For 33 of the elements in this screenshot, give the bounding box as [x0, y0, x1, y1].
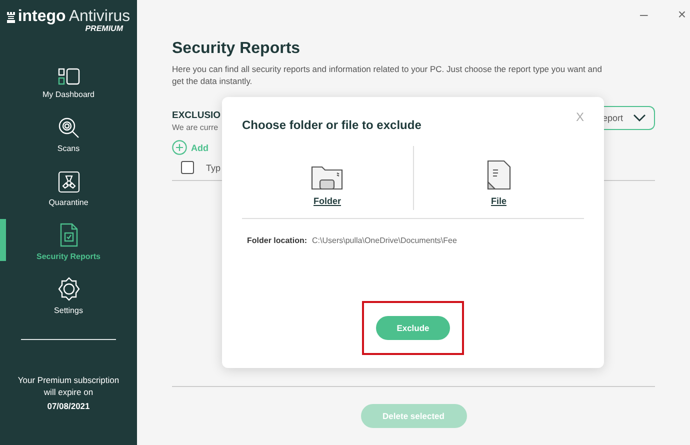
page-title: Security Reports — [172, 40, 302, 58]
section-subtitle: We are curre — [172, 123, 220, 132]
option-link[interactable]: File — [490, 196, 506, 206]
page-description: Here you can find all security reports and information related to your PC. Just choose the report type you want and get the data instantly. — [172, 63, 602, 87]
settings-icon — [56, 277, 80, 301]
location-label: Folder location: — [247, 236, 307, 245]
window-control[interactable]: – — [636, 6, 652, 22]
subscription-text: Your Premium subscription will expire on — [16, 374, 120, 398]
dialog-title: Choose folder or file to exclude — [242, 118, 422, 132]
location-path: C:\Users\pulla\OneDrive\Documents\Fee — [312, 236, 457, 245]
nav-item[interactable]: Scans — [0, 111, 137, 153]
window-control[interactable]: × — [674, 6, 690, 22]
logo-brand: intego — [18, 8, 66, 26]
biohazard-icon — [58, 171, 80, 193]
plus-icon — [172, 140, 187, 155]
column-header: Typ — [206, 162, 221, 172]
option-link[interactable]: Folder — [313, 196, 341, 206]
logo-icon — [6, 12, 15, 22]
report-icon — [60, 223, 78, 247]
nav-item[interactable]: Quarantine — [0, 165, 137, 207]
dashboard-icon — [58, 68, 80, 85]
nav-item[interactable]: My Dashboard — [0, 57, 137, 99]
nav-item[interactable]: Settings — [0, 273, 137, 315]
search-icon — [58, 117, 80, 139]
section-title: EXCLUSIO — [172, 110, 221, 121]
logo-edition: PREMIUM — [85, 24, 123, 33]
nav-item[interactable]: Security Reports — [0, 219, 137, 261]
folder-icon — [311, 166, 344, 190]
expiry-date: 07/08/2021 — [47, 400, 90, 412]
select-all-checkbox[interactable] — [181, 161, 194, 174]
chevron-icon — [633, 114, 646, 122]
file-icon — [486, 160, 511, 190]
logo-product: Antivirus — [68, 8, 130, 26]
